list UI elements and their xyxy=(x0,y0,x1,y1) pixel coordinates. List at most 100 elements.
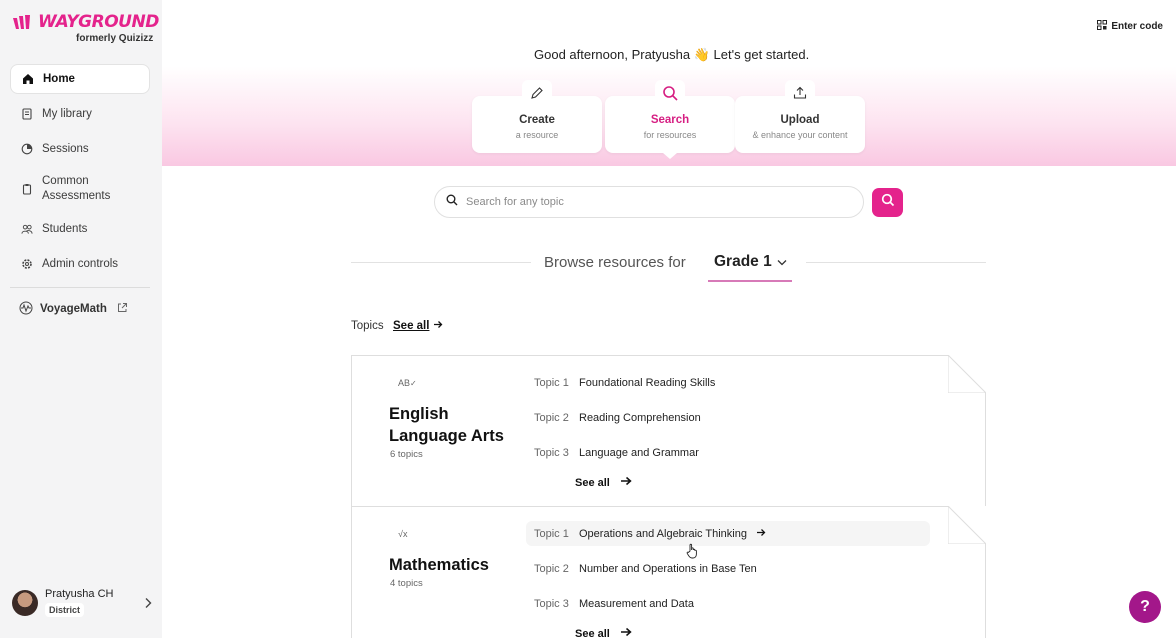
logo[interactable]: WAYGROUND formerly Quizizz xyxy=(12,12,159,44)
topic-row[interactable]: Topic 3 Language and Grammar xyxy=(526,440,930,465)
page-fold-decoration xyxy=(948,355,986,393)
avatar xyxy=(12,590,38,616)
search-icon xyxy=(655,80,685,106)
search-submit-button[interactable] xyxy=(872,188,903,217)
voyagemath-logo-icon xyxy=(18,301,34,318)
card-subtitle: for resources xyxy=(643,130,697,140)
chevron-right-icon xyxy=(144,596,152,614)
upload-content-card[interactable]: Upload & enhance your content xyxy=(735,80,865,153)
see-all-label: See all xyxy=(575,476,610,489)
arrow-right-icon xyxy=(620,627,632,638)
sidebar-item-label: Home xyxy=(43,73,75,85)
greeting-text: Good afternoon, Pratyusha 👋 Let's get st… xyxy=(534,47,810,62)
sidebar-item-voyagemath[interactable]: VoyageMath xyxy=(10,296,150,322)
enter-code-label: Enter code xyxy=(1111,21,1163,32)
arrow-right-icon xyxy=(433,320,443,332)
card-subtitle: a resource xyxy=(515,130,559,140)
browse-label: Browse resources for xyxy=(544,254,686,271)
sidebar-item-sessions[interactable]: Sessions xyxy=(10,134,150,164)
topic-name: Measurement and Data xyxy=(579,597,694,610)
topic-row[interactable]: Topic 1 Operations and Algebraic Thinkin… xyxy=(526,521,930,546)
topic-number: Topic 2 xyxy=(534,562,569,575)
topic-number: Topic 2 xyxy=(534,411,569,424)
arrow-right-icon xyxy=(620,476,632,489)
subject-see-all-link[interactable]: See all xyxy=(575,476,632,489)
topic-name: Language and Grammar xyxy=(579,446,699,459)
topic-name: Operations and Algebraic Thinking xyxy=(579,527,747,540)
grid-icon xyxy=(1097,20,1108,33)
home-icon xyxy=(22,73,34,85)
search-bar xyxy=(434,186,864,218)
sidebar-item-students[interactable]: Students xyxy=(10,214,150,244)
page-fold-decoration xyxy=(948,506,986,544)
card-title: Create xyxy=(519,114,555,126)
search-input[interactable] xyxy=(466,196,863,208)
subject-topic-count: 4 topics xyxy=(390,578,423,589)
topics-see-all-link[interactable]: See all xyxy=(393,320,443,332)
chevron-down-icon xyxy=(777,253,787,271)
sidebar-item-admin-controls[interactable]: Admin controls xyxy=(10,249,150,279)
search-icon xyxy=(881,193,895,212)
square-root-icon: √x xyxy=(398,529,408,539)
topic-number: Topic 3 xyxy=(534,446,569,459)
grade-underline xyxy=(708,280,792,282)
subject-card-ela: AB✓ English Language Arts 6 topics Topic… xyxy=(351,355,986,507)
topic-row[interactable]: Topic 2 Number and Operations in Base Te… xyxy=(526,556,930,581)
sidebar-item-label: Common Assessments xyxy=(42,175,111,202)
see-all-label: See all xyxy=(575,627,610,638)
sidebar-item-my-library[interactable]: My library xyxy=(10,99,150,129)
library-icon xyxy=(21,108,33,120)
abc-icon: AB✓ xyxy=(398,378,417,388)
sidebar-divider xyxy=(10,287,150,288)
wayground-logo-icon xyxy=(13,15,30,29)
topic-name: Foundational Reading Skills xyxy=(579,376,716,389)
see-all-label: See all xyxy=(393,320,430,332)
help-button[interactable]: ? xyxy=(1129,591,1161,623)
sidebar-item-label: Students xyxy=(42,223,88,235)
subject-title[interactable]: Mathematics xyxy=(389,554,489,576)
sidebar-nav: Home My library Sessions Common Assessme… xyxy=(10,64,150,322)
user-role-badge: District xyxy=(45,603,85,617)
sidebar-item-label: My library xyxy=(42,108,92,120)
gear-icon xyxy=(21,258,33,270)
topic-number: Topic 3 xyxy=(534,597,569,610)
subject-card-mathematics: √x Mathematics 4 topics Topic 1 Operatio… xyxy=(351,506,986,638)
topic-row[interactable]: Topic 2 Reading Comprehension xyxy=(526,405,930,430)
subject-title[interactable]: English Language Arts xyxy=(389,403,504,447)
card-title: Search xyxy=(650,114,690,126)
topic-number: Topic 1 xyxy=(534,376,569,389)
sidebar-item-label: Sessions xyxy=(42,143,89,155)
topic-row[interactable]: Topic 1 Foundational Reading Skills xyxy=(526,370,930,395)
sidebar-item-home[interactable]: Home xyxy=(10,64,150,94)
pencil-icon xyxy=(522,80,552,106)
sessions-icon xyxy=(21,143,33,155)
selected-card-pointer xyxy=(663,153,677,159)
divider-right xyxy=(806,262,986,263)
logo-subtitle: formerly Quizizz xyxy=(76,33,154,44)
topic-name: Reading Comprehension xyxy=(579,411,701,424)
sidebar-item-common-assessments[interactable]: Common Assessments xyxy=(10,169,150,209)
search-icon xyxy=(446,193,458,211)
hand-cursor-icon xyxy=(686,543,700,564)
user-name: Pratyusha CH xyxy=(45,588,114,600)
voyagemath-label: VoyageMath xyxy=(40,303,107,315)
topic-row[interactable]: Topic 3 Measurement and Data xyxy=(526,591,930,616)
divider-left xyxy=(351,262,531,263)
clipboard-icon xyxy=(21,183,33,195)
grade-selector[interactable]: Grade 1 xyxy=(714,253,787,271)
create-resource-card[interactable]: Create a resource xyxy=(472,80,602,153)
enter-code-button[interactable]: Enter code xyxy=(1097,20,1163,33)
upload-icon xyxy=(785,80,815,106)
external-link-icon xyxy=(117,302,128,316)
subject-see-all-link[interactable]: See all xyxy=(575,627,632,638)
card-title: Upload xyxy=(780,114,820,126)
subject-topic-count: 6 topics xyxy=(390,449,423,460)
topic-name: Number and Operations in Base Ten xyxy=(579,562,757,575)
card-subtitle: & enhance your content xyxy=(752,130,848,140)
user-profile[interactable]: Pratyusha CH District xyxy=(12,585,152,621)
logo-text: WAYGROUND xyxy=(38,12,159,32)
sidebar-item-label: Admin controls xyxy=(42,258,119,270)
sidebar: WAYGROUND formerly Quizizz Home My libra… xyxy=(0,0,162,638)
students-icon xyxy=(21,223,33,235)
search-resources-card[interactable]: Search for resources xyxy=(605,80,735,159)
